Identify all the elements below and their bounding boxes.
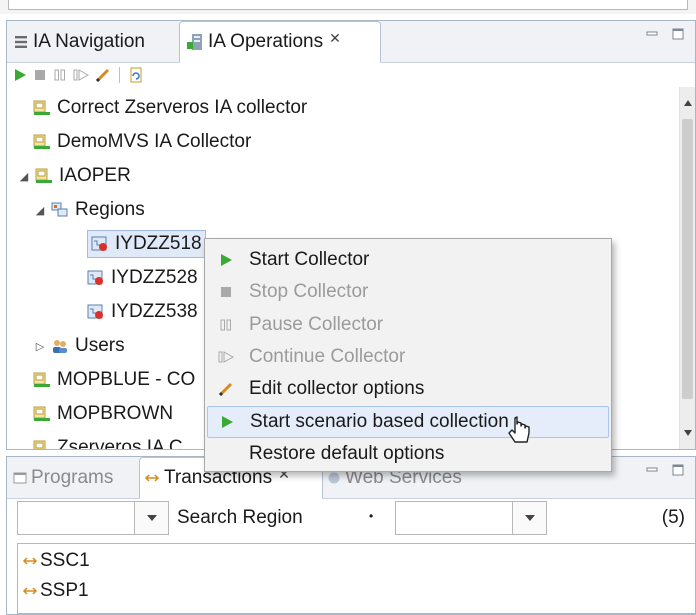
menu-item-restore-default-options[interactable]: Restore default options	[207, 438, 609, 470]
play-icon	[207, 253, 245, 267]
restore-icon[interactable]	[128, 67, 144, 83]
transaction-arrows-icon	[22, 585, 38, 597]
menu-item-label: Edit collector options	[249, 378, 425, 400]
stop-icon[interactable]	[33, 68, 47, 82]
web-services-icon	[327, 471, 341, 485]
filter-separator: •	[369, 509, 374, 523]
view-window-controls	[645, 463, 685, 477]
mouse-pointer-icon	[506, 416, 532, 450]
maximize-icon[interactable]	[671, 463, 685, 477]
tree-item[interactable]: ◢ Regions	[7, 195, 679, 225]
tab-ia-navigation[interactable]: IA Navigation	[13, 21, 179, 63]
menu-item-label: Restore default options	[249, 442, 445, 464]
tree-vertical-scrollbar[interactable]	[679, 87, 695, 449]
tree-item-label: IAOPER	[59, 165, 131, 186]
pencil-icon[interactable]	[95, 67, 111, 83]
toolbar-separator	[119, 67, 120, 83]
expanded-arrow-icon[interactable]: ◢	[17, 170, 31, 183]
tree-item-label: Users	[75, 335, 125, 356]
menu-item-edit-collector-options[interactable]: Edit collector options	[207, 373, 609, 405]
tab-ia-operations-label: IA Operations	[208, 31, 324, 52]
pause-icon[interactable]	[53, 68, 67, 82]
region-filter-input[interactable]	[17, 501, 135, 535]
region-stopped-icon	[91, 236, 109, 252]
continue-icon[interactable]	[73, 68, 89, 82]
tab-programs[interactable]: Programs	[13, 457, 139, 499]
search-region-label: Search Region	[177, 507, 303, 528]
transaction-name: SSP1	[40, 580, 89, 601]
transaction-arrows-icon	[144, 472, 160, 484]
play-icon[interactable]	[13, 68, 27, 82]
tree-item-label: Zserveros IA C	[57, 437, 183, 449]
tree-item-label: MOPBLUE - CO	[57, 369, 196, 390]
top-tab-bar: IA Navigation IA Operations ✕	[7, 21, 695, 63]
server-icon	[33, 406, 51, 422]
filter-row: Search Region • (5)	[7, 499, 695, 539]
play-icon	[208, 415, 246, 429]
pause-icon	[207, 318, 245, 332]
tree-item-label: MOPBROWN	[57, 403, 174, 424]
tree-item-label: Correct Zserveros IA collector	[57, 97, 308, 118]
server-icon	[35, 168, 53, 184]
transactions-view: Programs Transactions ✕ Web Services Sea…	[6, 456, 696, 615]
tab-ia-operations[interactable]: IA Operations ✕	[179, 21, 381, 63]
pencil-icon	[207, 381, 245, 397]
view-window-controls	[645, 27, 685, 41]
transaction-name: SSC1	[40, 550, 90, 571]
expanded-arrow-icon[interactable]: ◢	[33, 204, 47, 217]
list-item[interactable]: SSP1	[22, 576, 89, 606]
menu-item-start-scenario-based-collection[interactable]: Start scenario based collection	[207, 405, 609, 438]
menu-item-start-collector[interactable]: Start Collector	[207, 244, 609, 276]
view-toolbar	[7, 63, 695, 87]
menu-item-label: Pause Collector	[249, 313, 384, 335]
search-region-input[interactable]	[395, 501, 513, 535]
maximize-icon[interactable]	[671, 27, 685, 41]
tree-item-label: DemoMVS IA Collector	[57, 131, 252, 152]
menu-item-label: Continue Collector	[249, 345, 406, 367]
transactions-list[interactable]: SSC1 SSP1	[17, 543, 695, 614]
regions-icon	[51, 202, 69, 218]
menu-item-pause-collector[interactable]: Pause Collector	[207, 309, 609, 341]
tree-item-label: Regions	[75, 199, 145, 220]
server-icon	[33, 100, 51, 116]
server-icon	[33, 134, 51, 150]
tree-item[interactable]: DemoMVS IA Collector	[7, 127, 679, 157]
list-item[interactable]: SSC1	[22, 546, 90, 576]
menu-item-label: Start scenario based collection	[250, 410, 509, 432]
top-editor-edge	[0, 0, 696, 14]
continue-icon	[207, 350, 245, 364]
tree-item-label: IYDZZ518	[115, 233, 202, 254]
tree-item-label: IYDZZ538	[111, 301, 198, 322]
chevron-down-icon[interactable]	[135, 501, 169, 535]
navigation-list-icon	[13, 34, 29, 50]
tree-item-label: IYDZZ528	[111, 267, 198, 288]
scroll-down-icon[interactable]	[680, 425, 696, 441]
menu-item-label: Start Collector	[249, 249, 370, 270]
context-menu: Start Collector Stop Collector Pause Colle…	[204, 238, 612, 472]
tab-programs-label: Programs	[31, 467, 114, 488]
server-icon	[33, 372, 51, 388]
result-count: (5)	[661, 507, 685, 528]
close-tab-icon[interactable]: ✕	[329, 30, 341, 47]
minimize-icon[interactable]	[645, 463, 659, 477]
menu-item-stop-collector[interactable]: Stop Collector	[207, 276, 609, 308]
scrollbar-thumb[interactable]	[682, 119, 693, 399]
server-icon	[33, 440, 51, 449]
menu-item-label: Stop Collector	[249, 281, 369, 303]
collapsed-arrow-icon[interactable]: ▷	[33, 340, 47, 353]
chevron-down-icon[interactable]	[513, 501, 547, 535]
tree-item[interactable]: ◢ IAOPER	[7, 161, 679, 191]
tree-item[interactable]: Correct Zserveros IA collector	[7, 93, 679, 123]
tab-ia-navigation-label: IA Navigation	[33, 31, 145, 52]
region-stopped-icon	[87, 270, 105, 286]
scroll-up-icon[interactable]	[680, 95, 696, 111]
region-stopped-icon	[87, 304, 105, 320]
transaction-arrows-icon	[22, 555, 38, 567]
users-icon	[51, 338, 69, 354]
menu-item-continue-collector[interactable]: Continue Collector	[207, 341, 609, 373]
minimize-icon[interactable]	[645, 27, 659, 41]
stop-icon	[207, 285, 245, 299]
programs-icon	[13, 471, 27, 485]
operations-icon	[186, 33, 204, 51]
